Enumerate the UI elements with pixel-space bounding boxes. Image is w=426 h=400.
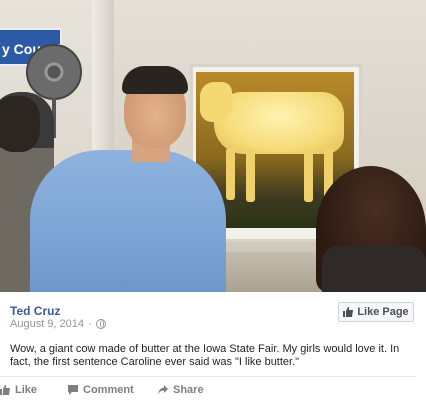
like-page-label: Like Page [357,306,409,318]
globe-icon[interactable] [95,319,106,329]
photo-butter-cow-head [200,82,232,122]
like-button[interactable]: Like [0,384,37,396]
photo-butter-cow [214,92,344,154]
comment-label: Comment [83,384,134,396]
photo-cow-leg [226,148,235,200]
photo-fan [26,44,82,100]
thumbs-up-icon [343,307,354,317]
post-text: Wow, a giant cow made of butter at the I… [10,343,400,368]
photo-person-right-shirt [322,246,426,292]
comment-icon [68,385,78,395]
post-author-link[interactable]: Ted Cruz [10,304,60,318]
post-actions: Like Comment Share [0,380,426,400]
post-meta: August 9, 2014 · [10,318,106,330]
photo-person-center-shirt [30,150,226,292]
post-photo[interactable]: y Council [0,0,426,292]
share-label: Share [173,384,204,396]
comment-button[interactable]: Comment [68,384,134,396]
thumbs-up-icon [0,385,10,395]
like-page-button[interactable]: Like Page [338,302,414,322]
photo-cow-leg [246,150,255,202]
post-date[interactable]: August 9, 2014 [10,318,84,330]
actions-divider [0,376,416,377]
photo-person-center-hair [122,66,188,94]
meta-separator: · [88,318,92,330]
share-button[interactable]: Share [158,384,204,396]
like-label: Like [15,384,38,396]
photo-cow-leg [304,150,313,202]
photo-person-left-head [0,96,40,152]
share-arrow-icon [158,385,168,395]
